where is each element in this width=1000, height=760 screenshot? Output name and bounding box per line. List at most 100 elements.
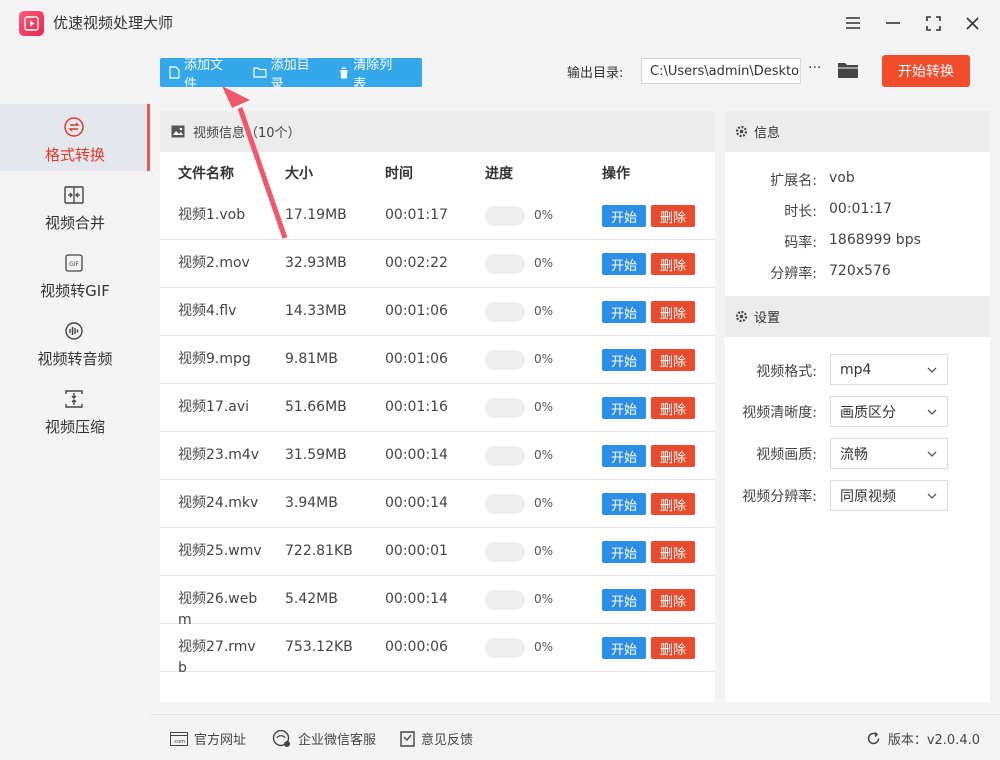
start-button[interactable]: 开始 [602, 445, 646, 467]
file-size: 17.19MB [285, 207, 347, 223]
file-duration: 00:01:17 [385, 207, 448, 223]
svg-text:.com: .com [173, 739, 185, 745]
table-row[interactable]: 视频27.rmvb 753.12KB 00:00:06 0% 开始 删除 [160, 624, 715, 676]
info-label-bitrate: 码率: [784, 235, 817, 251]
settings-panel: 设置 视频格式: mp4 视频清晰度: 画质区分 视频画质: 流畅 视频分辨率:… [725, 296, 990, 702]
close-icon[interactable] [960, 11, 984, 35]
progress-bar [485, 206, 525, 226]
delete-button[interactable]: 删除 [651, 205, 695, 227]
progress-percent: 0% [534, 208, 554, 222]
file-duration: 00:00:14 [385, 591, 448, 607]
clear-list-button[interactable]: 清除列表 [339, 54, 405, 92]
add-directory-button[interactable]: 添加目录 [253, 54, 323, 92]
minimize-icon[interactable] [881, 11, 905, 35]
chevron-down-icon [927, 451, 937, 457]
start-button[interactable]: 开始 [602, 253, 646, 275]
video-clarity-select[interactable]: 画质区分 [830, 396, 948, 427]
output-dir-input[interactable] [641, 58, 801, 84]
feedback-link[interactable]: 意见反馈 [400, 729, 473, 748]
add-file-button[interactable]: 添加文件 [169, 54, 236, 92]
file-duration: 00:01:16 [385, 399, 448, 415]
table-row[interactable]: 视频25.wmv 722.81KB 00:00:01 0% 开始 删除 [160, 528, 715, 576]
delete-button[interactable]: 删除 [651, 253, 695, 275]
start-button[interactable]: 开始 [602, 493, 646, 515]
setting-label-clarity: 视频清晰度: [742, 405, 817, 421]
convert-icon [64, 117, 84, 137]
info-panel-title: 信息 [754, 126, 781, 141]
more-options-button[interactable]: ··· [808, 60, 826, 80]
delete-button[interactable]: 删除 [651, 445, 695, 467]
video-quality-select[interactable]: 流畅 [830, 438, 948, 469]
start-button[interactable]: 开始 [602, 397, 646, 419]
delete-button[interactable]: 删除 [651, 301, 695, 323]
delete-button[interactable]: 删除 [651, 349, 695, 371]
column-header-progress: 进度 [485, 166, 513, 182]
table-row[interactable]: 视频26.webm 5.42MB 00:00:14 0% 开始 删除 [160, 576, 715, 628]
trash-icon [339, 67, 350, 78]
start-button[interactable]: 开始 [602, 349, 646, 371]
file-size: 32.93MB [285, 255, 347, 271]
delete-button[interactable]: 删除 [651, 493, 695, 515]
sidebar-item-video-to-gif[interactable]: GIF 视频转GIF [0, 240, 150, 307]
progress-percent: 0% [534, 640, 554, 654]
column-header-time: 时间 [385, 166, 413, 182]
table-row[interactable]: 视频4.flv 14.33MB 00:01:06 0% 开始 删除 [160, 288, 715, 336]
progress-bar [485, 350, 525, 370]
wechat-icon [272, 729, 290, 747]
table-row[interactable]: 视频17.avi 51.66MB 00:01:16 0% 开始 删除 [160, 384, 715, 432]
table-row[interactable]: 视频24.mkv 3.94MB 00:00:14 0% 开始 删除 [160, 480, 715, 528]
file-list-title: 视频信息（10个） [193, 126, 301, 141]
feedback-label: 意见反馈 [421, 733, 474, 748]
sidebar-item-label: 视频合并 [44, 214, 105, 232]
sidebar-item-label: 视频压缩 [44, 418, 105, 436]
file-name: 视频4.flv [178, 303, 237, 319]
delete-button[interactable]: 删除 [651, 589, 695, 611]
delete-button[interactable]: 删除 [651, 397, 695, 419]
table-row[interactable]: 视频23.m4v 31.59MB 00:00:14 0% 开始 删除 [160, 432, 715, 480]
start-button[interactable]: 开始 [602, 589, 646, 611]
video-format-select[interactable]: mp4 [830, 354, 948, 385]
add-file-label: 添加文件 [183, 57, 223, 92]
file-name: 视频23.m4v [178, 447, 260, 463]
gear-icon [735, 125, 748, 138]
audio-icon [65, 322, 83, 340]
file-name: 视频25.wmv [178, 543, 262, 559]
delete-button[interactable]: 删除 [651, 637, 695, 659]
progress-percent: 0% [534, 544, 554, 558]
maximize-icon[interactable] [921, 11, 945, 35]
table-row[interactable]: 视频9.mpg 9.81MB 00:01:06 0% 开始 删除 [160, 336, 715, 384]
sidebar-item-video-compress[interactable]: 视频压缩 [0, 376, 150, 443]
progress-percent: 0% [534, 448, 554, 462]
start-button[interactable]: 开始 [602, 205, 646, 227]
open-folder-icon[interactable] [837, 61, 859, 81]
column-header-size: 大小 [285, 166, 313, 182]
wechat-support-label: 企业微信客服 [298, 733, 377, 748]
progress-bar [485, 302, 525, 322]
official-website-link[interactable]: .com 官方网址 [170, 729, 246, 748]
start-button[interactable]: 开始 [602, 637, 646, 659]
title-bar: 优速视频处理大师 [0, 0, 1000, 46]
version-info[interactable]: 版本：v2.0.4.0 [866, 729, 980, 748]
menu-icon[interactable] [841, 11, 865, 35]
output-dir-label: 输出目录: [567, 66, 624, 81]
info-label-extension: 扩展名: [770, 173, 817, 189]
file-size: 5.42MB [285, 591, 338, 607]
wechat-support-link[interactable]: 企业微信客服 [272, 729, 376, 748]
video-resolution-select[interactable]: 同原视频 [830, 480, 948, 511]
delete-button[interactable]: 删除 [651, 541, 695, 563]
video-clarity-value: 画质区分 [840, 404, 896, 421]
start-convert-button[interactable]: 开始转换 [882, 55, 970, 87]
sidebar-item-format-convert[interactable]: 格式转换 [0, 104, 150, 171]
video-resolution-value: 同原视频 [840, 488, 896, 505]
info-value-duration: 00:01:17 [829, 201, 892, 217]
sidebar-item-video-merge[interactable]: 视频合并 [0, 172, 150, 239]
column-header-actions: 操作 [602, 166, 630, 182]
official-website-label: 官方网址 [194, 733, 247, 748]
file-size: 31.59MB [285, 447, 347, 463]
start-button[interactable]: 开始 [602, 301, 646, 323]
file-name: 视频27.rmvb [178, 639, 256, 676]
table-row[interactable]: 视频1.vob 17.19MB 00:01:17 0% 开始 删除 [160, 192, 715, 240]
sidebar-item-video-to-audio[interactable]: 视频转音频 [0, 308, 150, 375]
start-button[interactable]: 开始 [602, 541, 646, 563]
table-row[interactable]: 视频2.mov 32.93MB 00:02:22 0% 开始 删除 [160, 240, 715, 288]
